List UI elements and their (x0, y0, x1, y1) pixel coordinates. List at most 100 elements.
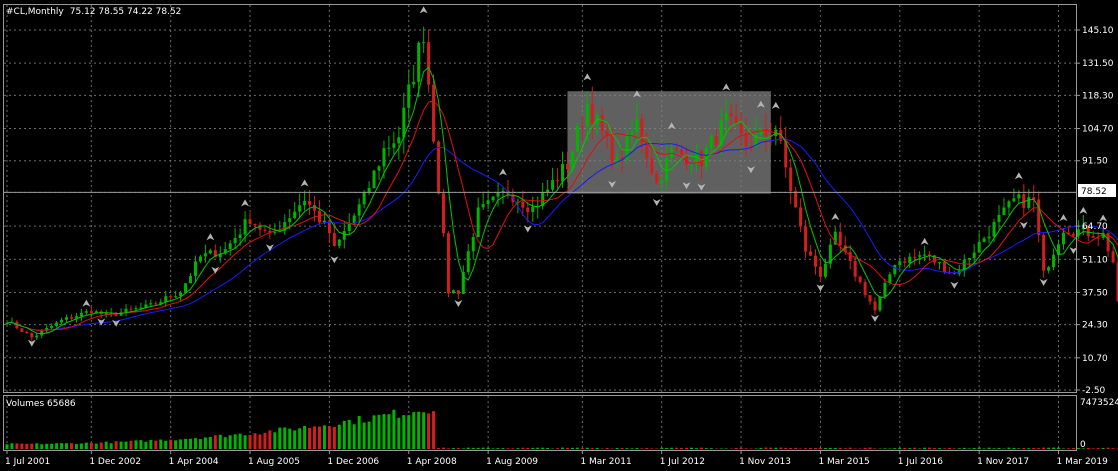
volume-bar (89, 442, 93, 449)
candle-body (451, 290, 455, 294)
volume-bar (605, 447, 609, 449)
candle-body (397, 137, 401, 144)
volume-bar (169, 439, 173, 449)
candle-body (432, 84, 436, 142)
candle-body (184, 283, 188, 293)
candle-body (129, 308, 133, 310)
volume-bar (372, 415, 376, 449)
candle-body (650, 158, 654, 174)
volume-bar (694, 448, 698, 449)
candle-body (124, 308, 128, 313)
candle-body (556, 180, 560, 182)
volume-bar (779, 447, 783, 449)
price-tick-label: 51.10 (1082, 255, 1108, 265)
candle-body (89, 311, 93, 314)
chart-background (0, 0, 1118, 471)
volume-bar (863, 447, 867, 449)
candle-body (79, 312, 83, 317)
volume-bar (977, 447, 981, 449)
candle-body (407, 84, 411, 108)
volume-bar (40, 444, 44, 449)
volume-bar (20, 443, 24, 449)
volume-bar (1086, 447, 1090, 449)
volume-bar (704, 448, 708, 449)
candle-body (25, 331, 29, 334)
volume-bar (233, 434, 237, 449)
candle-body (575, 126, 579, 152)
volume-bar (189, 438, 193, 449)
volume-bar (208, 437, 212, 449)
candle-body (699, 150, 703, 167)
volume-bar (561, 447, 565, 449)
candle-body (888, 274, 892, 283)
candle-body (248, 219, 252, 224)
volume-bar (471, 447, 475, 449)
volume-bar (1091, 448, 1095, 449)
volume-bar (74, 444, 78, 449)
volume-bar (1022, 447, 1026, 449)
candle-body (561, 164, 565, 182)
candle-body (382, 148, 386, 167)
volume-bar (10, 443, 14, 449)
volume-bar (288, 428, 292, 449)
volume-bar (119, 441, 123, 449)
candle-body (635, 119, 639, 132)
candle-body (813, 255, 817, 267)
candle-body (972, 252, 976, 258)
price-tick-label: 118.30 (1082, 91, 1114, 101)
volume-bar (898, 447, 902, 449)
volume-bar (957, 448, 961, 449)
candle-body (1042, 234, 1046, 271)
price-range-rectangle[interactable] (567, 91, 771, 194)
candle-body (372, 170, 376, 188)
volume-bar (179, 439, 183, 449)
volume-bar (1096, 448, 1100, 449)
candle-body (1017, 194, 1021, 199)
candle-body (387, 147, 391, 149)
time-tick-label: 1 Jul 2012 (660, 457, 705, 467)
candle-body (997, 215, 1001, 222)
candle-body (729, 112, 733, 117)
candle-body (893, 265, 897, 275)
volume-bar (69, 443, 73, 449)
volume-bar (952, 448, 956, 449)
volume-bar (580, 448, 584, 449)
volume-bar (883, 448, 887, 449)
volume-bar (50, 443, 54, 449)
price-chart[interactable]: 145.10 131.50 118.30 104.70 91.50 64.70 51.10 3… (0, 0, 1118, 471)
candle-body (789, 167, 793, 192)
candle-body (521, 201, 525, 208)
time-tick-label: 1 Dec 2006 (327, 457, 379, 467)
candle-body (471, 237, 475, 252)
volume-bar (303, 425, 307, 449)
volume-bar (223, 437, 227, 449)
time-tick-label: 1 Mar 2019 (1057, 457, 1109, 467)
volume-bar (893, 448, 897, 449)
candle-body (809, 251, 813, 256)
volume-bar (352, 424, 356, 449)
candle-body (665, 157, 669, 181)
volume-bar (918, 448, 922, 449)
time-tick-label: 1 Jul 2016 (898, 457, 943, 467)
volume-bar (362, 422, 366, 449)
volume-bar (546, 448, 550, 449)
candle-body (739, 123, 743, 134)
candle-body (526, 207, 530, 213)
price-tick-label: -2.50 (1082, 386, 1106, 396)
candle-body (918, 255, 922, 257)
candle-body (342, 231, 346, 240)
candle-body (377, 166, 381, 171)
candle-body (233, 237, 237, 244)
chart-header: #CL,Monthly 75.12 78.55 74.22 78.52 (6, 7, 181, 17)
candle-body (238, 234, 242, 238)
time-tick-label: 1 Mar 2015 (818, 457, 869, 467)
price-tick-label: 37.50 (1082, 288, 1108, 298)
candle-body (883, 282, 887, 297)
volume-bar (5, 444, 9, 449)
candle-body (263, 229, 267, 231)
volume-bar (218, 434, 222, 449)
candle-body (799, 207, 803, 227)
volume-bar (635, 448, 639, 449)
volume-bar (764, 447, 768, 449)
symbol-label: #CL,Monthly (6, 7, 64, 17)
